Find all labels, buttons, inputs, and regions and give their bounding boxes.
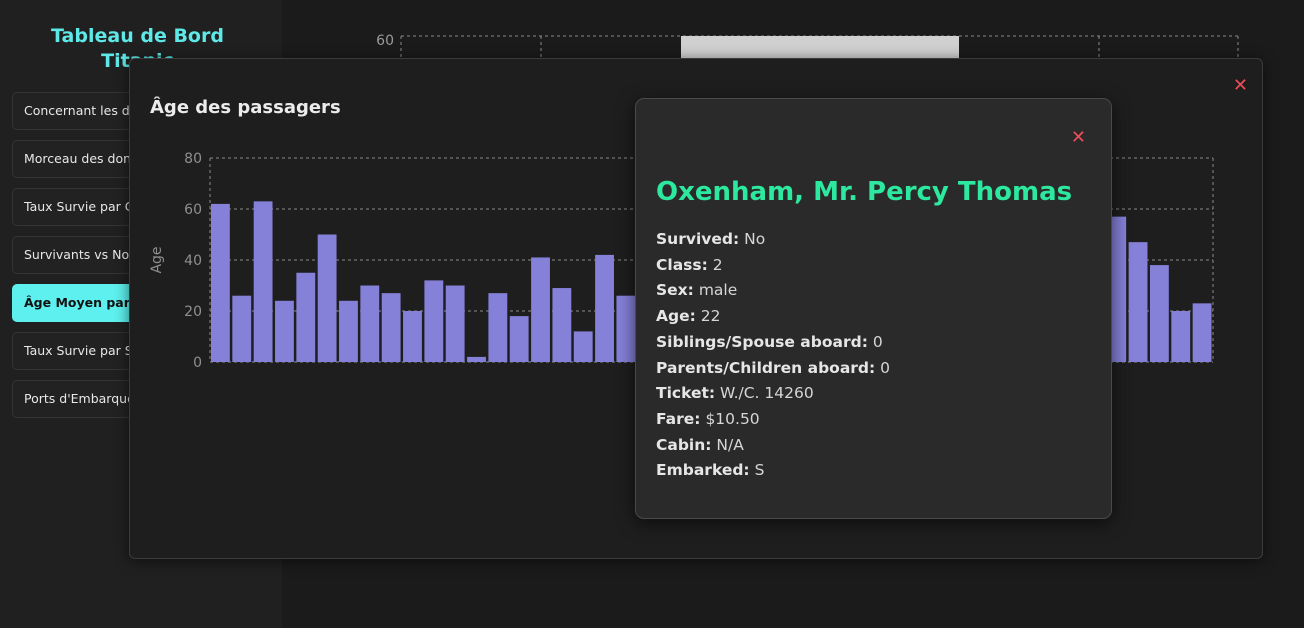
detail-key: Sex: <box>656 281 694 300</box>
detail-key: Survived: <box>656 230 740 248</box>
age-bar <box>1192 303 1212 362</box>
detail-key: Embarked: <box>656 461 750 480</box>
age-bar <box>339 300 358 362</box>
detail-row: Sex: male <box>656 278 890 304</box>
age-bar <box>275 300 294 362</box>
age-bar <box>211 203 230 362</box>
detail-key: Fare: <box>656 409 701 428</box>
age-bar <box>467 356 486 362</box>
age-bar <box>1128 242 1148 362</box>
detail-row: Fare: $10.50 <box>656 407 890 433</box>
age-bar <box>403 311 422 362</box>
age-bar <box>360 285 380 362</box>
detail-value: 2 <box>712 255 723 274</box>
detail-key: Ticket: <box>656 384 716 403</box>
age-bar <box>1171 311 1191 362</box>
detail-value: S <box>754 461 765 480</box>
detail-row: Parents/Children aboard: 0 <box>656 356 890 382</box>
detail-value: N/A <box>716 435 744 454</box>
background-bar <box>681 36 959 60</box>
background-tick-label: 60 <box>376 33 394 49</box>
age-bar <box>488 293 508 362</box>
age-bar <box>232 295 252 362</box>
detail-row: Ticket: W./C. 14260 <box>656 381 890 407</box>
age-bar <box>296 272 316 362</box>
y-tick-label: 40 <box>184 253 202 269</box>
y-tick-label: 20 <box>184 304 202 320</box>
detail-key: Cabin: <box>656 435 712 454</box>
detail-value: 0 <box>872 332 883 351</box>
detail-key: Siblings/Spouse aboard: <box>656 332 868 351</box>
detail-value: $10.50 <box>705 409 760 428</box>
detail-value: 0 <box>880 358 891 377</box>
age-bar <box>1149 265 1169 362</box>
detail-value: No <box>744 230 766 248</box>
detail-key: Class: <box>656 255 708 274</box>
y-tick-label: 60 <box>184 202 202 218</box>
detail-row: Siblings/Spouse aboard: 0 <box>656 330 890 356</box>
age-bar <box>253 201 273 362</box>
age-bar <box>445 285 465 362</box>
y-axis-label: Age <box>149 246 165 273</box>
age-bar <box>317 234 337 362</box>
age-bar <box>381 293 401 362</box>
age-bar <box>573 331 593 362</box>
age-bar <box>595 254 614 362</box>
age-bar <box>616 295 636 362</box>
detail-value: 22 <box>700 307 721 326</box>
detail-value: male <box>698 281 738 300</box>
age-bar <box>552 288 572 362</box>
passenger-details: Survived: No Class: 2 Sex: male Age: 22 … <box>656 227 890 484</box>
y-tick-label: 0 <box>193 355 202 371</box>
passenger-name: Oxenham, Mr. Percy Thomas <box>656 177 1073 207</box>
y-tick-label: 80 <box>184 151 202 167</box>
detail-row: Survived: No <box>656 227 890 253</box>
detail-row: Class: 2 <box>656 253 890 279</box>
detail-key: Age: <box>656 307 696 326</box>
close-icon[interactable]: ✕ <box>1071 127 1086 148</box>
age-bar <box>531 257 550 362</box>
passenger-popup: ✕ Oxenham, Mr. Percy Thomas Survived: No… <box>635 98 1112 519</box>
age-bar <box>509 316 529 362</box>
detail-value: W./C. 14260 <box>720 384 814 403</box>
detail-row: Embarked: S <box>656 458 890 484</box>
detail-key: Parents/Children aboard: <box>656 358 876 377</box>
detail-row: Age: 22 <box>656 304 890 330</box>
age-bar <box>424 280 444 362</box>
detail-row: Cabin: N/A <box>656 433 890 459</box>
